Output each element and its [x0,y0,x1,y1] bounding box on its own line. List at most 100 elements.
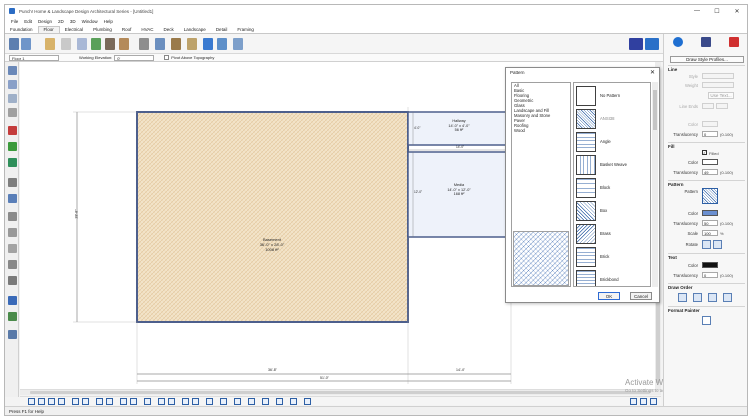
pattern-list[interactable]: No Pattern ANSI38 Angle Basket Weave Blo… [573,82,651,287]
view-tool-icon-10[interactable] [130,398,137,405]
pattern-color-swatch[interactable] [702,210,718,216]
furniture-tool-icon[interactable] [119,38,129,50]
view-tool-icon-21[interactable] [276,398,283,405]
mirror-tool-icon[interactable] [8,312,17,321]
tab-framing[interactable]: Framing [232,27,259,33]
arc-tool-icon[interactable] [8,142,17,151]
multi-select-icon[interactable] [8,80,17,89]
2d-view-icon[interactable] [629,38,643,50]
pattern-list-scroll-thumb[interactable] [653,90,657,130]
filled-checkbox[interactable]: ✓ [702,150,707,155]
snap-toggle-icon[interactable] [640,398,647,405]
pattern-item-angle[interactable]: Angle [576,131,650,153]
move-tool-icon[interactable] [8,296,17,305]
pan-tool-icon[interactable] [21,38,31,50]
text-color-swatch[interactable] [702,262,718,268]
ortho-toggle-icon[interactable] [650,398,657,405]
view-tool-icon-18[interactable] [234,398,241,405]
format-painter-brush-icon[interactable] [702,316,711,325]
bring-forward-icon[interactable] [693,293,702,302]
rectangle-tool-icon[interactable] [8,244,17,253]
curve-tool-icon[interactable] [8,158,17,167]
pivot-checkbox[interactable] [164,55,170,60]
bring-to-front-icon[interactable] [678,293,687,302]
working-elevation-input[interactable]: 0' [114,54,155,61]
pattern-item-box[interactable]: Box [576,200,650,222]
menu-file[interactable]: File [11,19,18,24]
cancel-button[interactable]: Cancel [630,292,652,300]
pattern-item-brickbond[interactable]: Brickbond [576,269,650,286]
opening-tool-icon[interactable] [217,38,227,50]
door-tool-icon[interactable] [77,38,87,50]
line-tool-icon[interactable] [8,126,17,135]
library-icon[interactable] [8,330,17,339]
polyline-tool-icon[interactable] [8,212,17,221]
select-tool-icon[interactable] [9,38,19,50]
menu-2d[interactable]: 2D [58,19,64,24]
view-tool-icon-11[interactable] [144,398,151,405]
rotate-ccw-icon[interactable] [702,240,711,249]
view-tool-icon-12[interactable] [158,398,165,405]
dialog-close-icon[interactable]: ✕ [650,68,655,78]
horizontal-scrollbar[interactable] [20,389,661,395]
horizontal-scroll-thumb[interactable] [30,391,650,394]
category-wood[interactable]: Wood [512,128,570,133]
menu-design[interactable]: Design [38,19,52,24]
ceiling-tool-icon[interactable] [233,38,243,50]
tab-floor[interactable]: Floor [37,26,60,33]
view-tool-icon-6[interactable] [82,398,89,405]
pattern-item-block[interactable]: Block [576,177,650,199]
text-translucency-input[interactable]: 0 [702,272,718,278]
arch-tool-icon[interactable] [203,38,213,50]
railing-tool-icon[interactable] [171,38,181,50]
floor-tool-icon[interactable] [187,38,197,50]
circle-tool-icon[interactable] [8,260,17,269]
view-tool-icon-8[interactable] [106,398,113,405]
view-tool-icon-13[interactable] [168,398,175,405]
ok-button[interactable]: OK [598,292,620,300]
pattern-item-no-pattern[interactable]: No Pattern [576,85,650,107]
menu-3d[interactable]: 3D [70,19,76,24]
pattern-list-scrollbar[interactable] [652,82,658,287]
close-button[interactable]: ✕ [727,5,747,17]
view-tool-icon-5[interactable] [72,398,79,405]
fill-color-swatch[interactable] [702,159,718,165]
fill-translucency-input[interactable]: 49 [702,169,718,175]
pattern-scale-input[interactable]: 100 [702,230,718,236]
minimize-button[interactable]: — [687,5,707,17]
column-tool-icon[interactable] [139,38,149,50]
polygon-tool-icon[interactable] [8,228,17,237]
view-tool-icon-14[interactable] [182,398,189,405]
tab-roof[interactable]: Roof [117,27,137,33]
view-tool-icon-17[interactable] [220,398,227,405]
category-list[interactable]: All Basic Flooring Geometric Glass Lands… [511,82,571,287]
view-tool-icon-4[interactable] [58,398,65,405]
view-tool-icon-7[interactable] [96,398,103,405]
tab-deck[interactable]: Deck [159,27,179,33]
menu-edit[interactable]: Edit [24,19,32,24]
pattern-swatch[interactable] [702,188,718,204]
wall-tool-icon[interactable] [45,38,55,50]
tab-detail[interactable]: Detail [211,27,233,33]
grid-toggle-icon[interactable] [630,398,637,405]
pattern-item-brass[interactable]: Brass [576,223,650,245]
tab-electrical[interactable]: Electrical [60,27,88,33]
maximize-button[interactable]: ☐ [707,5,727,17]
view-tool-icon-22[interactable] [290,398,297,405]
info-icon[interactable] [673,37,683,47]
zoom-icon[interactable] [8,94,17,103]
text-tool-icon[interactable] [8,178,17,187]
pattern-item-basket-weave[interactable]: Basket Weave [576,154,650,176]
view-tool-icon-3[interactable] [48,398,55,405]
paint-icon[interactable] [701,37,711,47]
view-tool-icon-23[interactable] [304,398,311,405]
floor-select[interactable]: Floor 1 [9,54,59,61]
view-tool-icon-19[interactable] [248,398,255,405]
tab-landscape[interactable]: Landscape [179,27,211,33]
menu-help[interactable]: Help [104,19,113,24]
fill-tool-icon[interactable] [8,276,17,285]
tab-hvac[interactable]: HVAC [136,27,158,33]
window-tool-icon[interactable] [155,38,165,50]
view-tool-icon-15[interactable] [192,398,199,405]
view-tool-icon-16[interactable] [206,398,213,405]
